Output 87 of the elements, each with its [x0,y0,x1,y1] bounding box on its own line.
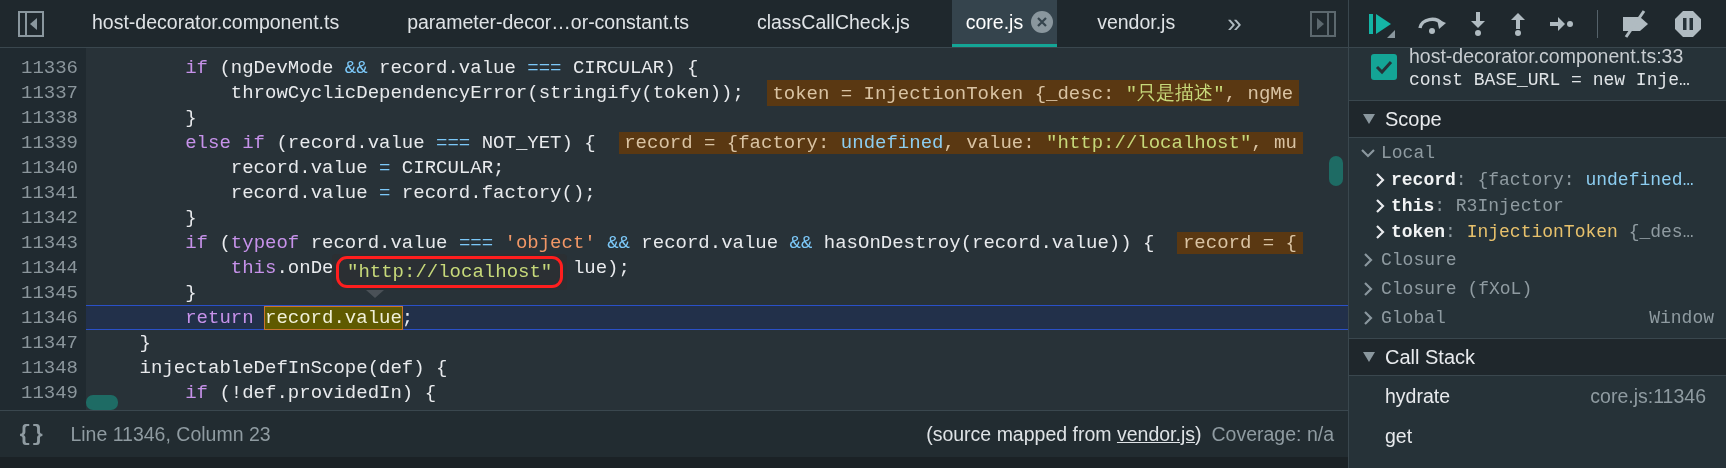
triangle-icon [1363,114,1375,124]
function-name: hydrate [1385,384,1451,408]
section-header[interactable]: Call Stack [1349,338,1726,376]
code-line: } [185,206,197,229]
variable-row[interactable]: record: {factory: undefined… [1349,167,1726,193]
line-number: 11349 [20,381,79,404]
code-line: record.value = CIRCULAR; [230,156,505,179]
function-name: get [1385,424,1413,448]
line-number: 11340 [20,156,79,179]
section-title: Scope [1385,107,1442,131]
scope-name: Closure (fXoL) [1381,278,1533,299]
scope-group[interactable]: Local [1349,138,1726,167]
code-line: if (ngDevMode && record.value === CIRCULAR) { [185,56,699,79]
breakpoint-location[interactable]: host-decorator.component.ts:33 [1409,48,1690,68]
file-tab[interactable]: core.js [951,0,1058,47]
variable-text: this: R3Injector [1391,196,1564,216]
chevron-icon [1375,173,1385,187]
sidebar-toggle-icon[interactable] [1310,10,1336,37]
variable-row[interactable]: this: R3Injector [1349,193,1726,219]
popover-pointer [366,290,384,298]
code-line: this.onDe [230,256,334,279]
scope-group[interactable]: Closure [1349,245,1726,274]
line-number: 11338 [20,106,79,129]
scrollbar-thumb[interactable] [1329,156,1343,186]
code-line: if (typeof record.value === 'object' && record.value && hasOnDestroy(record.value)) { [185,231,1155,254]
step-icon[interactable] [1549,14,1575,33]
file-tab[interactable]: classCallCheck.js [730,0,952,47]
inline-value: token = InjectionToken {_desc: "只是描述", ngMe [766,79,1299,106]
code-line: else if (record.value === NOT_YET) { [185,131,596,154]
code-line: lue); [572,256,630,279]
chevron-icon [1361,310,1375,325]
code-line: } [185,106,197,129]
scope-name: Closure [1381,249,1457,270]
source-map-note: (source mapped from vendor.js) [926,422,1202,446]
call-frame[interactable]: hydrate core.js:11346 [1349,376,1726,416]
pause-on-exceptions-icon[interactable] [1674,9,1702,38]
more-tabs-button[interactable]: » [1217,0,1252,47]
file-tab[interactable]: host-decorator.component.ts [66,0,382,47]
line-number: 11344 [20,256,79,279]
variable-text: token: InjectionToken {_des… [1391,222,1694,242]
section-title: Call Stack [1385,345,1476,369]
pretty-print-button[interactable]: {} [0,421,59,447]
code-line: record.value = record.factory(); [230,181,596,204]
chevron-icon [1361,281,1375,296]
chevron-icon [1375,199,1385,213]
code-line: } [139,331,151,354]
line-number: 11336 [20,56,79,79]
code-line: } [185,281,197,304]
popover-value: "http://localhost" [336,256,564,288]
file-link[interactable]: vendor.js [1116,422,1195,445]
coverage-label: Coverage: n/a [1211,422,1334,446]
triangle-icon [1363,352,1375,362]
cursor-position: Line 11346, Column 23 [70,422,271,446]
call-frame[interactable]: get [1349,416,1726,456]
line-number: 11345 [20,281,79,304]
scope-value: Window [1649,307,1714,328]
close-icon[interactable] [1031,11,1054,33]
file-tab[interactable]: vendor.js [1071,0,1218,47]
step-into-icon[interactable] [1469,10,1487,37]
inline-value: record = {factory: undefined, value: "http://localhost", mu [618,131,1303,154]
checkbox[interactable] [1371,54,1397,80]
line-number: 11337 [20,81,79,104]
inline-value: record = { [1177,231,1303,254]
scope-group[interactable]: Closure (fXoL) [1349,274,1726,303]
variable-row[interactable]: token: InjectionToken {_des… [1349,219,1726,245]
line-number: 11339 [20,131,79,154]
step-out-icon[interactable] [1509,10,1527,37]
line-number: 11341 [20,181,79,204]
scrollbar-thumb[interactable] [86,395,118,410]
scope-name: Local [1381,142,1435,163]
line-number: 11348 [20,356,79,379]
scope-name: Global [1381,307,1446,328]
scope-group[interactable]: Global Window [1349,303,1726,332]
chevron-icon [1361,252,1375,267]
frame-location: core.js:11346 [1590,384,1706,408]
code-line: injectableDefInScope(def) { [139,356,448,379]
line-number: 11343 [20,231,79,254]
code-line: throwCyclicDependencyError(stringify(token)); [230,81,744,104]
line-number: 11342 [20,206,79,229]
sidebar-toggle-icon[interactable] [18,10,44,37]
line-number: 11347 [20,331,79,354]
section-header[interactable]: Scope [1349,100,1726,138]
variable-text: record: {factory: undefined… [1391,170,1694,190]
chevron-icon [1375,225,1385,239]
file-tab[interactable]: parameter-decor…or-constant.ts [381,0,731,47]
breakpoint-code: const BASE_URL = new Inje… [1409,69,1690,90]
code-line: if (!def.providedIn) { [185,381,437,404]
